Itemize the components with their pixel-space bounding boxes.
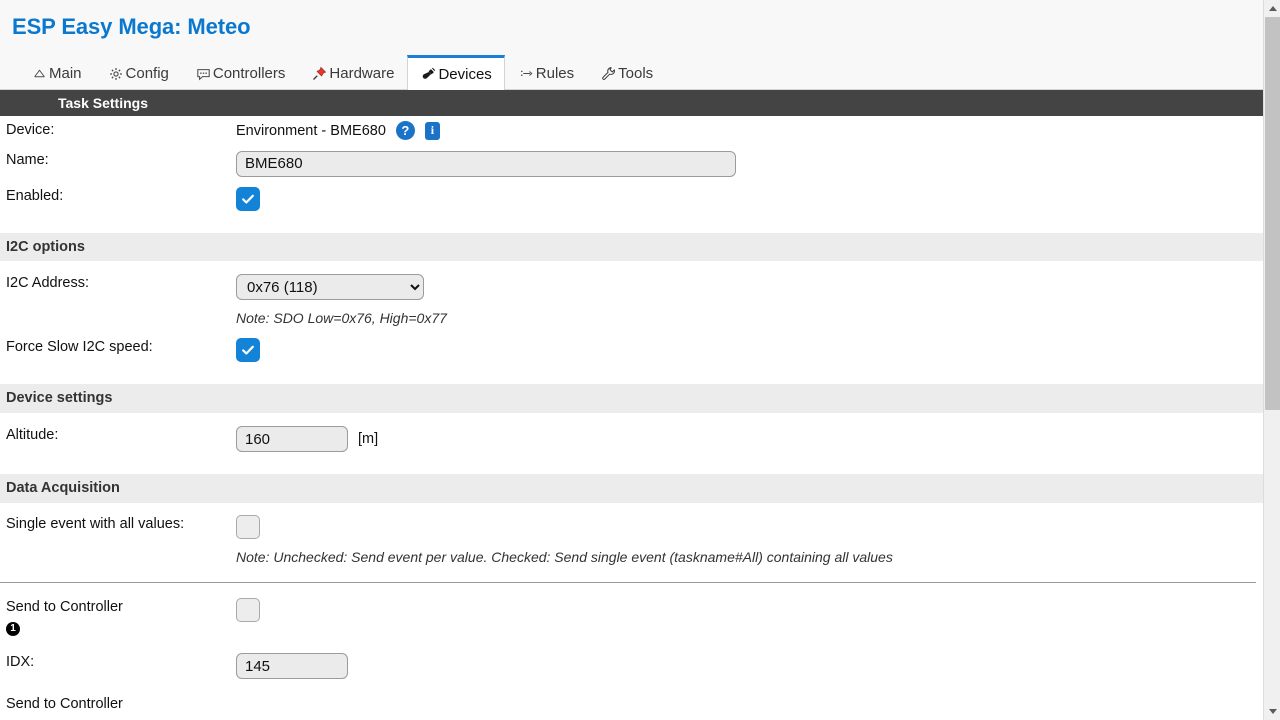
tab-controllers[interactable]: Controllers bbox=[182, 57, 299, 89]
send-to-controller-checkbox[interactable] bbox=[236, 598, 260, 623]
wrench-icon bbox=[600, 65, 617, 82]
row-device: Device: Environment - BME680 ? i bbox=[0, 116, 1263, 146]
info-icon[interactable]: i bbox=[424, 121, 440, 140]
name-field-cell bbox=[232, 146, 1263, 182]
page-title: ESP Easy Mega: Meteo bbox=[12, 14, 251, 39]
row-i2c-address: I2C Address: 0x76 (118) bbox=[0, 261, 1263, 305]
tab-config-label: Config bbox=[125, 65, 169, 82]
task-name-input[interactable] bbox=[236, 150, 736, 177]
i2c-address-note: Note: SDO Low=0x76, High=0x77 bbox=[236, 310, 447, 327]
row-name: Name: bbox=[0, 146, 1263, 182]
controller-separator bbox=[0, 582, 1256, 584]
force-slow-i2c-field-cell bbox=[232, 333, 1263, 367]
enabled-field-cell bbox=[232, 182, 1263, 216]
browser-viewport: ESP Easy Mega: Meteo Main Config Control… bbox=[0, 0, 1280, 720]
section-device-settings: Device settings bbox=[0, 384, 1263, 414]
check-icon bbox=[242, 346, 254, 356]
row-single-event: Single event with all values: bbox=[0, 503, 1263, 544]
task-settings-header: Task Settings bbox=[0, 90, 1263, 116]
idx-input[interactable] bbox=[236, 653, 348, 680]
device-name-value: Environment - BME680 bbox=[236, 122, 386, 139]
altitude-label: Altitude: bbox=[6, 427, 59, 444]
gear-icon bbox=[108, 65, 125, 82]
single-event-note-cell: Note: Unchecked: Send event per value. C… bbox=[232, 544, 1263, 570]
i2c-address-label: I2C Address: bbox=[6, 275, 90, 292]
single-event-field-cell bbox=[232, 510, 1263, 544]
tab-main[interactable]: Main bbox=[18, 57, 95, 89]
i2c-address-select[interactable]: 0x76 (118) bbox=[236, 274, 424, 301]
device-value-cell: Environment - BME680 ? i bbox=[232, 116, 1263, 145]
row-i2c-note: Note: SDO Low=0x76, High=0x77 bbox=[0, 305, 1263, 333]
spacer-3 bbox=[0, 457, 1263, 475]
send-to-controller-label: Send to Controller bbox=[6, 599, 123, 616]
page-content: ESP Easy Mega: Meteo Main Config Control… bbox=[0, 0, 1263, 720]
send-to-controller-field-cell bbox=[232, 593, 1263, 627]
main-navigation-tabs: Main Config Controllers Hardware Devices… bbox=[0, 54, 1263, 90]
idx-label: IDX: bbox=[6, 654, 35, 671]
name-label: Name: bbox=[6, 151, 49, 168]
tab-main-label: Main bbox=[49, 65, 82, 82]
row-send-to-controller: Send to Controller 1 bbox=[0, 593, 1263, 642]
row-send-to-controller-2: Send to Controller bbox=[0, 690, 1263, 720]
tab-hardware[interactable]: Hardware bbox=[298, 57, 407, 89]
send-to-controller-2-field-cell bbox=[232, 690, 1263, 700]
tab-tools-label: Tools bbox=[618, 65, 654, 82]
single-event-checkbox[interactable] bbox=[236, 515, 260, 540]
section-data-acquisition: Data Acquisition bbox=[0, 474, 1263, 504]
single-event-note-spacer bbox=[0, 544, 232, 554]
i2c-note-spacer bbox=[0, 305, 232, 315]
single-event-note: Note: Unchecked: Send event per value. C… bbox=[236, 549, 893, 566]
tab-config[interactable]: Config bbox=[95, 57, 182, 89]
tab-devices-label: Devices bbox=[438, 65, 492, 83]
pushpin-icon bbox=[311, 65, 328, 82]
tab-controllers-label: Controllers bbox=[212, 65, 286, 82]
single-event-label: Single event with all values: bbox=[6, 516, 185, 533]
row-altitude: Altitude: [m] bbox=[0, 413, 1263, 457]
altitude-field-cell: [m] bbox=[232, 421, 1263, 457]
force-slow-i2c-label: Force Slow I2C speed: bbox=[6, 339, 153, 356]
tab-tools[interactable]: Tools bbox=[587, 57, 666, 89]
row-force-slow-i2c: Force Slow I2C speed: bbox=[0, 333, 1263, 367]
check-icon bbox=[242, 194, 254, 204]
altitude-input[interactable] bbox=[236, 426, 348, 453]
arrow-rules-icon bbox=[518, 65, 535, 82]
home-icon bbox=[31, 65, 48, 82]
device-label: Device: bbox=[6, 122, 55, 138]
row-idx: IDX: bbox=[0, 648, 1263, 684]
enabled-checkbox[interactable] bbox=[236, 186, 260, 211]
speech-bubble-icon bbox=[195, 65, 212, 82]
enabled-label: Enabled: bbox=[6, 187, 64, 204]
scroll-down-arrow[interactable] bbox=[1264, 703, 1280, 720]
spacer-1 bbox=[0, 215, 1263, 233]
question-mark-icon[interactable]: ? bbox=[395, 121, 415, 140]
section-i2c-options: I2C options bbox=[0, 232, 1263, 262]
scrollbar-thumb[interactable] bbox=[1265, 17, 1280, 410]
task-settings-form: Device: Environment - BME680 ? i Name: E… bbox=[0, 116, 1263, 720]
altitude-unit: [m] bbox=[358, 431, 379, 448]
vertical-scrollbar[interactable] bbox=[1263, 0, 1280, 720]
idx-field-cell bbox=[232, 648, 1263, 684]
i2c-note-cell: Note: SDO Low=0x76, High=0x77 bbox=[232, 305, 1263, 331]
tab-devices[interactable]: Devices bbox=[407, 55, 505, 90]
masthead: ESP Easy Mega: Meteo bbox=[0, 0, 1263, 54]
scroll-up-arrow[interactable] bbox=[1264, 0, 1280, 17]
send-to-controller-label-cell: Send to Controller 1 bbox=[0, 593, 232, 642]
row-single-event-note: Note: Unchecked: Send event per value. C… bbox=[0, 544, 1263, 572]
tab-hardware-label: Hardware bbox=[329, 65, 395, 82]
send-to-controller-2-label: Send to Controller bbox=[6, 696, 123, 713]
tab-rules[interactable]: Rules bbox=[505, 57, 587, 89]
plug-icon bbox=[420, 66, 437, 83]
row-enabled: Enabled: bbox=[0, 182, 1263, 216]
task-settings-title: Task Settings bbox=[58, 95, 148, 111]
spacer-2 bbox=[0, 367, 1263, 385]
force-slow-i2c-checkbox[interactable] bbox=[236, 338, 260, 363]
tab-rules-label: Rules bbox=[535, 65, 575, 82]
i2c-address-field-cell: 0x76 (118) bbox=[232, 269, 1263, 305]
controller-number-badge: 1 bbox=[6, 621, 20, 636]
